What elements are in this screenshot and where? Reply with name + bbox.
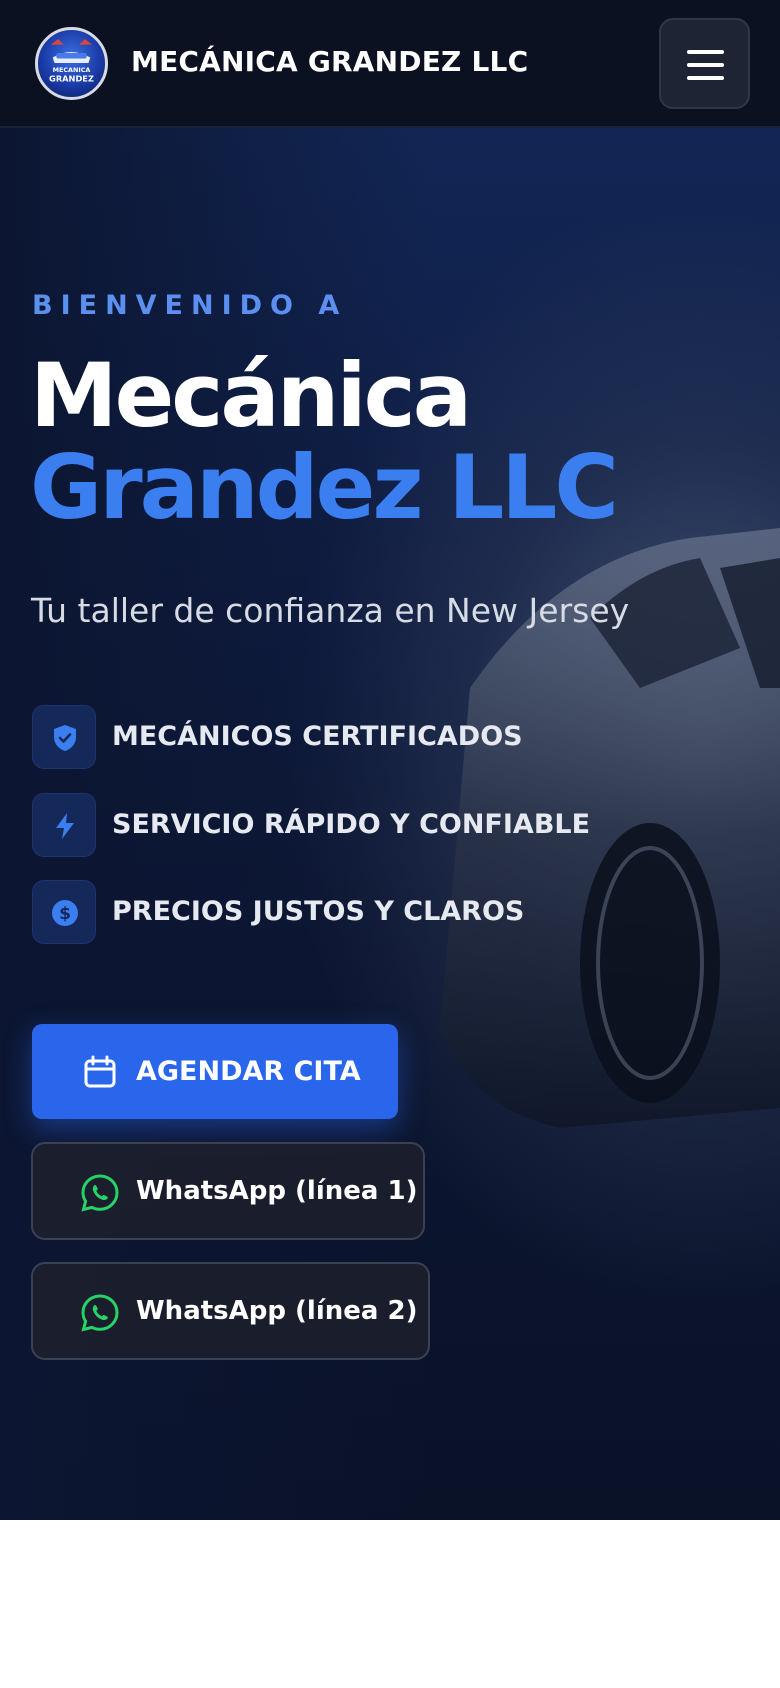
schedule-appointment-button[interactable]: AGENDAR CITA [32, 1024, 398, 1119]
whatsapp-line-1-label: WhatsApp (línea 1) [136, 1176, 418, 1206]
menu-button[interactable] [659, 18, 750, 109]
feature-label: MECÁNICOS CERTIFICADOS [112, 721, 523, 752]
dollar-coin-icon: $ [52, 900, 78, 926]
logo-emblem-icon: MECANICA GRANDEZ [49, 39, 94, 83]
schedule-appointment-label: AGENDAR CITA [136, 1056, 361, 1087]
svg-text:$: $ [59, 904, 71, 924]
hero-title-line2: Grandez LLC [30, 436, 619, 539]
whatsapp-icon [81, 1174, 119, 1212]
whatsapp-line-2-button[interactable]: WhatsApp (línea 2) [31, 1262, 430, 1360]
whatsapp-line-2-label: WhatsApp (línea 2) [136, 1296, 418, 1326]
shield-check-icon [54, 725, 76, 751]
feature-icon-box: $ [32, 880, 96, 944]
feature-label: PRECIOS JUSTOS Y CLAROS [112, 896, 525, 927]
hamburger-line [687, 76, 724, 80]
hero-subtitle: Tu taller de confianza en New Jersey [31, 591, 630, 630]
site-header: MECANICA GRANDEZ MECÁNICA GRANDEZ LLC [0, 0, 780, 128]
svg-text:GRANDEZ: GRANDEZ [49, 73, 94, 83]
hamburger-line [687, 63, 724, 67]
brand-logo[interactable]: MECANICA GRANDEZ [35, 27, 108, 100]
lightning-bolt-icon [56, 813, 74, 839]
feature-item-fast: SERVICIO RÁPIDO Y CONFIABLE [32, 793, 652, 857]
feature-label: SERVICIO RÁPIDO Y CONFIABLE [112, 809, 591, 840]
brand-name[interactable]: MECÁNICA GRANDEZ LLC [131, 40, 528, 84]
hero-section: BIENVENIDO A Mecánica Grandez LLC Tu tal… [0, 128, 780, 1520]
feature-item-certified: MECÁNICOS CERTIFICADOS [32, 705, 652, 769]
hamburger-menu-icon [687, 50, 724, 54]
whatsapp-line-1-button[interactable]: WhatsApp (línea 1) [31, 1142, 425, 1240]
hero-eyebrow: BIENVENIDO A [32, 290, 348, 321]
calendar-icon [84, 1055, 116, 1088]
feature-icon-box [32, 793, 96, 857]
hero-title-line1: Mecánica [30, 344, 472, 447]
feature-item-prices: $ PRECIOS JUSTOS Y CLAROS [32, 880, 652, 944]
feature-icon-box [32, 705, 96, 769]
whatsapp-icon [81, 1294, 119, 1332]
